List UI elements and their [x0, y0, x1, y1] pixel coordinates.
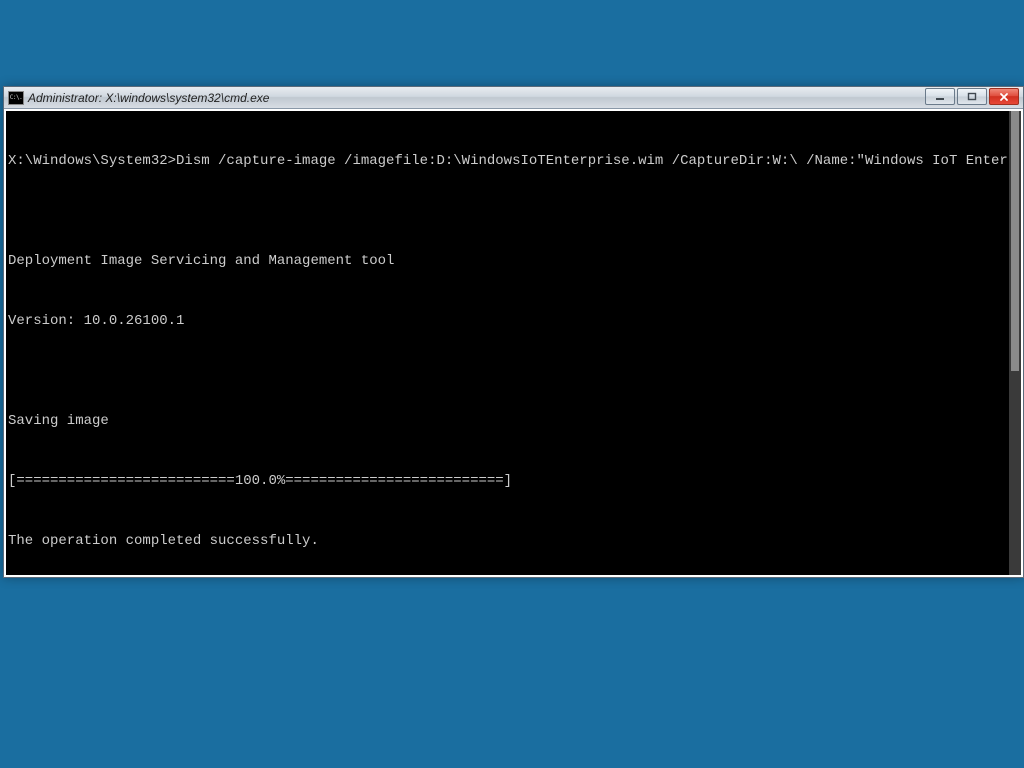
minimize-icon: [935, 92, 945, 102]
app-icon: C:\.: [8, 91, 24, 105]
vertical-scrollbar[interactable]: [1009, 111, 1021, 575]
terminal-line: Deployment Image Servicing and Managemen…: [8, 251, 1021, 271]
maximize-button[interactable]: [957, 88, 987, 105]
close-button[interactable]: [989, 88, 1019, 105]
minimize-button[interactable]: [925, 88, 955, 105]
terminal-line: Saving image: [8, 411, 1021, 431]
terminal-line: X:\Windows\System32>Dism /capture-image …: [8, 151, 1021, 171]
app-icon-text: C:\.: [10, 95, 22, 101]
scrollbar-thumb[interactable]: [1011, 111, 1019, 371]
titlebar[interactable]: C:\. Administrator: X:\windows\system32\…: [4, 87, 1023, 109]
terminal[interactable]: X:\Windows\System32>Dism /capture-image …: [6, 111, 1021, 575]
command-prompt-window: C:\. Administrator: X:\windows\system32\…: [3, 86, 1024, 578]
close-icon: [999, 92, 1009, 102]
terminal-line: Version: 10.0.26100.1: [8, 311, 1021, 331]
window-title: Administrator: X:\windows\system32\cmd.e…: [28, 91, 269, 105]
maximize-icon: [967, 92, 977, 102]
window-controls: [925, 87, 1019, 108]
terminal-area: X:\Windows\System32>Dism /capture-image …: [4, 109, 1023, 577]
terminal-line: The operation completed successfully.: [8, 531, 1021, 551]
terminal-line: [==========================100.0%=======…: [8, 471, 1021, 491]
